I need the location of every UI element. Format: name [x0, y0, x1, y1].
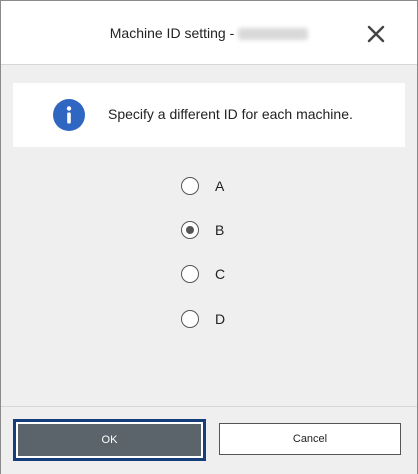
ok-button[interactable]: OK	[13, 419, 206, 461]
radio-button-c[interactable]	[181, 265, 199, 283]
radio-button-d[interactable]	[181, 310, 199, 328]
close-icon	[367, 25, 385, 43]
title-bar: Machine ID setting -	[1, 1, 417, 65]
radio-selected-dot	[186, 226, 194, 234]
info-panel: Specify a different ID for each machine.	[13, 83, 405, 147]
radio-button-b[interactable]	[181, 221, 199, 239]
dialog-title: Machine ID setting -	[1, 25, 417, 41]
close-button[interactable]	[365, 23, 387, 45]
radio-button-a[interactable]	[181, 177, 199, 195]
radio-option-b[interactable]: B	[181, 221, 251, 243]
info-message: Specify a different ID for each machine.	[108, 106, 353, 122]
radio-option-c[interactable]: C	[181, 265, 251, 287]
radio-label-c: C	[215, 266, 226, 282]
radio-label-a: A	[215, 178, 225, 194]
radio-label-d: D	[215, 311, 226, 327]
ok-button-label: OK	[18, 424, 201, 456]
dialog-footer: OK Cancel	[1, 406, 417, 474]
info-icon	[53, 99, 85, 131]
radio-option-d[interactable]: D	[181, 310, 251, 332]
machine-id-dialog: Machine ID setting - Specify a different…	[0, 0, 418, 474]
cancel-button[interactable]: Cancel	[219, 423, 401, 455]
redacted-machine-name	[238, 28, 309, 41]
radio-option-a[interactable]: A	[181, 177, 251, 199]
radio-label-b: B	[215, 222, 225, 238]
dialog-title-text: Machine ID setting -	[109, 25, 235, 41]
